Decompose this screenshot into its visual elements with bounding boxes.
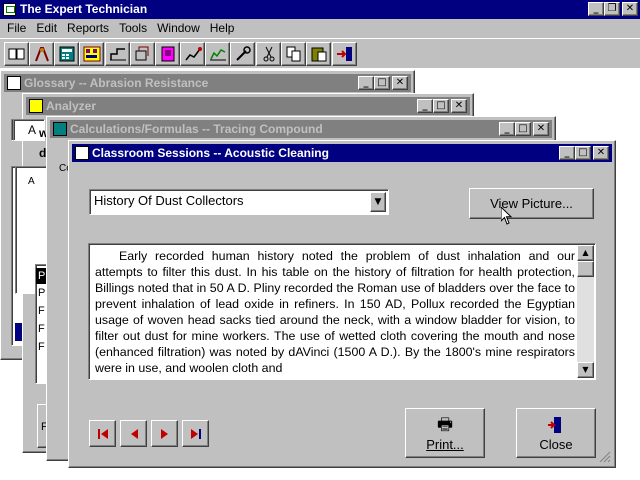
- resize-grip-icon[interactable]: [599, 451, 611, 463]
- analyzer-close-button[interactable]: ✕: [451, 99, 467, 113]
- minimize-button[interactable]: _: [588, 2, 604, 16]
- chevron-down-icon[interactable]: ▼: [370, 192, 386, 212]
- session-text-area[interactable]: Early recorded human history noted the p…: [88, 243, 596, 380]
- print-button[interactable]: 🖶 Print...: [405, 408, 485, 458]
- calc-close-button[interactable]: ✕: [533, 122, 549, 136]
- app-title: The Expert Technician: [20, 2, 148, 16]
- scroll-down-icon[interactable]: ▼: [577, 362, 594, 378]
- close-label: Close: [539, 437, 573, 452]
- glossary-close-button[interactable]: ✕: [392, 76, 408, 90]
- analyzer-minimize-button[interactable]: _: [417, 99, 433, 113]
- exit-icon[interactable]: [332, 42, 357, 66]
- next-icon: [160, 428, 168, 439]
- next-record-button[interactable]: [151, 420, 178, 447]
- technician-icon[interactable]: [29, 42, 54, 66]
- calculator-icon[interactable]: [54, 42, 79, 66]
- scroll-up-icon[interactable]: ▲: [577, 245, 594, 261]
- analyzer-window-icon: [29, 99, 43, 113]
- book-icon[interactable]: [4, 42, 29, 66]
- calc-maximize-button[interactable]: □: [515, 122, 531, 136]
- first-icon: [97, 428, 108, 439]
- toolbar: [0, 38, 640, 68]
- menu-bar: File Edit Reports Tools Window Help: [0, 19, 640, 38]
- session-text: Early recorded human history noted the p…: [95, 249, 575, 375]
- view-picture-button[interactable]: View Picture...: [469, 188, 594, 219]
- glossary-title: Glossary -- Abrasion Resistance: [24, 76, 209, 90]
- analyzer-maximize-button[interactable]: □: [433, 99, 449, 113]
- print-label: Print...: [426, 437, 464, 452]
- toolbar-group-tools: [105, 42, 255, 66]
- tools-icon[interactable]: [230, 42, 255, 66]
- menu-edit[interactable]: Edit: [31, 19, 62, 38]
- first-record-button[interactable]: [89, 420, 116, 447]
- analyzer-title-bar[interactable]: Analyzer: [26, 97, 470, 115]
- calculator-window-icon: [53, 122, 67, 136]
- classroom-maximize-button[interactable]: □: [575, 146, 591, 160]
- calc-title: Calculations/Formulas -- Tracing Compoun…: [70, 122, 323, 136]
- paste-icon[interactable]: [306, 42, 331, 66]
- menu-tools[interactable]: Tools: [114, 19, 152, 38]
- copy-icon[interactable]: [281, 42, 306, 66]
- calc-minimize-button[interactable]: _: [499, 122, 515, 136]
- previous-record-button[interactable]: [120, 420, 147, 447]
- menu-reports[interactable]: Reports: [62, 19, 114, 38]
- restore-button[interactable]: ❐: [604, 2, 620, 16]
- analyzer-title: Analyzer: [46, 99, 97, 113]
- tracing-icon[interactable]: [130, 42, 155, 66]
- line-chart-icon[interactable]: [205, 42, 230, 66]
- topic-select-value: History Of Dust Collectors: [94, 193, 244, 208]
- mouse-cursor-icon: [501, 207, 513, 225]
- graph-icon[interactable]: [180, 42, 205, 66]
- toolbar-group-modules: [4, 42, 104, 66]
- topic-select[interactable]: History Of Dust Collectors ▼: [89, 189, 389, 215]
- app-system-icon[interactable]: [3, 3, 16, 16]
- last-icon: [190, 428, 201, 439]
- glossary-maximize-button[interactable]: □: [374, 76, 390, 90]
- calc-title-bar[interactable]: Calculations/Formulas -- Tracing Compoun…: [50, 120, 552, 138]
- last-record-button[interactable]: [182, 420, 209, 447]
- exit-door-icon: [517, 415, 595, 435]
- classroom-window[interactable]: Classroom Sessions -- Acoustic Cleaning …: [68, 140, 616, 468]
- classroom-window-icon: [75, 146, 89, 160]
- classroom-title-bar[interactable]: Classroom Sessions -- Acoustic Cleaning: [72, 144, 612, 162]
- toolbar-group-edit: [256, 42, 331, 66]
- printer-icon: 🖶: [436, 415, 454, 435]
- close-session-button[interactable]: Close: [516, 408, 596, 458]
- vertical-scrollbar[interactable]: ▲ ▼: [577, 245, 594, 378]
- menu-file[interactable]: File: [2, 19, 31, 38]
- classroom-close-button[interactable]: ✕: [593, 146, 609, 160]
- app-title-bar[interactable]: The Expert Technician _ ❐ ✕: [0, 0, 640, 19]
- menu-help[interactable]: Help: [205, 19, 240, 38]
- cut-icon[interactable]: [256, 42, 281, 66]
- classroom-icon[interactable]: [155, 42, 180, 66]
- glossary-title-bar[interactable]: Glossary -- Abrasion Resistance: [4, 74, 411, 92]
- menu-window[interactable]: Window: [152, 19, 205, 38]
- previous-icon: [130, 428, 138, 439]
- classroom-title: Classroom Sessions -- Acoustic Cleaning: [92, 146, 329, 160]
- analyzer-icon[interactable]: [79, 42, 104, 66]
- toolbar-group-exit: [332, 42, 357, 66]
- glossary-minimize-button[interactable]: _: [358, 76, 374, 90]
- classroom-minimize-button[interactable]: _: [559, 146, 575, 160]
- scroll-thumb[interactable]: [577, 261, 594, 277]
- glossary-book-icon: [7, 76, 21, 90]
- close-button[interactable]: ✕: [622, 2, 638, 16]
- main-window: The Expert Technician _ ❐ ✕ File Edit Re…: [0, 0, 640, 480]
- chart-icon[interactable]: [105, 42, 130, 66]
- record-navigation: [89, 420, 209, 448]
